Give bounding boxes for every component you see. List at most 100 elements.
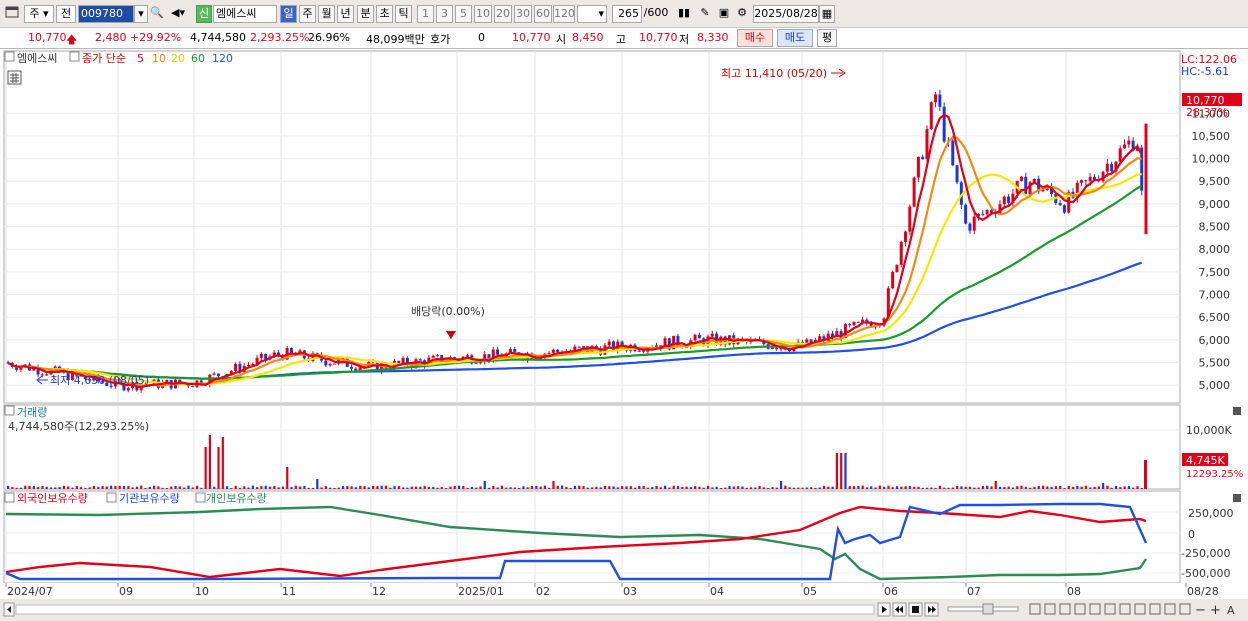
volume-bar (925, 487, 929, 489)
date-input[interactable]: 2025/08/28 (753, 5, 819, 23)
period-select[interactable]: 주 ▾ (24, 5, 54, 23)
volume-bar (891, 487, 894, 489)
volume-bar (406, 487, 409, 489)
eval-button[interactable]: 평 (817, 29, 837, 47)
tools-icon[interactable]: ✎ (696, 5, 714, 23)
volume-bar (144, 487, 147, 489)
interval-120[interactable]: 120 (553, 5, 575, 23)
volume-bar (84, 487, 87, 489)
interval-10[interactable]: 10 (474, 5, 492, 23)
code-dropdown-button[interactable]: ▾ (134, 5, 148, 23)
volume-bar (243, 486, 246, 489)
zoom-slider-handle[interactable] (982, 603, 994, 615)
gear-icon[interactable]: ⚙ (734, 5, 750, 23)
volume-bar (114, 485, 117, 489)
prev-select[interactable]: 전 (56, 5, 76, 23)
volume-bar (560, 485, 564, 489)
tab-tick[interactable]: 틱 (395, 5, 412, 23)
chart-svg[interactable]: 5,000 5,500 6,000 6,500 7,000 7,500 8,000 8,500… (0, 49, 1248, 621)
volume-checkbox-icon[interactable] (4, 405, 15, 416)
zoom-out-icon[interactable]: − (1195, 603, 1206, 618)
volume-bar (161, 487, 164, 489)
holdings-tick-250k: 250,000 (1188, 507, 1234, 520)
volume-bar (973, 487, 976, 489)
interval-5[interactable]: 5 (455, 5, 472, 23)
speaker-icon[interactable]: ◀▾ (167, 5, 189, 23)
interval-1[interactable]: 1 (417, 5, 434, 23)
volume-bar (852, 486, 856, 489)
institution-checkbox-icon[interactable] (106, 492, 117, 503)
buy-button[interactable]: 매수 (737, 29, 773, 47)
interval-custom-select[interactable]: ▾ (577, 5, 607, 23)
individual-checkbox-icon[interactable] (195, 492, 206, 503)
stock-name-field[interactable]: 엠에스씨 (213, 5, 277, 23)
volume-bar (500, 485, 504, 489)
panel-checkbox-icon[interactable] (4, 51, 15, 62)
sell-button[interactable]: 매도 (777, 29, 813, 47)
count-input[interactable]: 265 (612, 5, 642, 23)
volume-bar (226, 486, 229, 489)
interval-20[interactable]: 20 (494, 5, 512, 23)
foreign-checkbox-icon[interactable] (4, 492, 15, 503)
volume-bar (45, 486, 48, 489)
volume-panel-close-icon[interactable] (1233, 407, 1241, 415)
candle-type-icon[interactable]: ▮▮ (675, 5, 693, 23)
volume-bar (1063, 487, 1066, 489)
stock-code-input[interactable]: 009780 (78, 5, 134, 23)
volume-bar (951, 487, 954, 489)
volume-bar (737, 486, 740, 489)
candle-body (401, 357, 405, 364)
candle-body (972, 216, 976, 231)
volume-bar (140, 485, 143, 489)
volume-current-pct: 12293.25% (1186, 469, 1243, 480)
volume-bar (582, 486, 585, 489)
scroll-track[interactable] (15, 604, 875, 615)
save-icon[interactable]: ▣ (716, 5, 732, 23)
ma-checkbox-icon[interactable] (69, 51, 80, 62)
volume-bar (814, 487, 817, 489)
candle-body (916, 156, 920, 178)
interval-3[interactable]: 3 (436, 5, 453, 23)
zoom-in-icon[interactable]: + (1210, 603, 1221, 618)
volume-bar (187, 485, 190, 489)
volume-bar (393, 486, 396, 489)
x-tick-label: 11 (282, 585, 296, 598)
interval-30[interactable]: 30 (514, 5, 532, 23)
tab-month[interactable]: 월 (318, 5, 335, 23)
window-icon-svg (5, 6, 19, 18)
ma120-label: 120 (212, 52, 233, 65)
volume-bar (414, 486, 418, 489)
volume-bar (831, 486, 834, 489)
search-icon[interactable]: 🔍 (150, 5, 164, 23)
candle-body (938, 94, 942, 107)
volume-bar (75, 486, 78, 489)
interval-60[interactable]: 60 (534, 5, 552, 23)
holdings-panel-close-icon[interactable] (1233, 494, 1241, 502)
volume-current-tag-text: 4,745K (1186, 454, 1225, 467)
tab-second[interactable]: 초 (376, 5, 393, 23)
candle-body (191, 386, 195, 388)
candle-body (547, 352, 551, 354)
volume-bar (539, 486, 542, 489)
new-listing-badge: 신 (196, 5, 212, 23)
candle-body (856, 321, 860, 323)
volume-bar (621, 486, 624, 489)
tab-week[interactable]: 주 (299, 5, 316, 23)
tab-day[interactable]: 일 (280, 5, 297, 23)
tab-year[interactable]: 년 (337, 5, 354, 23)
auto-icon-glyph: A (1227, 604, 1235, 617)
window-icon[interactable] (4, 5, 20, 23)
volume-bar (1067, 486, 1070, 489)
chart-area[interactable]: 5,000 5,500 6,000 6,500 7,000 7,500 8,000 8,500… (0, 49, 1248, 621)
volume-bar (268, 486, 272, 489)
price-tick-label: 10,000 (1192, 153, 1231, 166)
candle-body (1062, 205, 1066, 213)
volume-bar (702, 487, 705, 489)
auto-icon[interactable]: A (1227, 604, 1235, 617)
volume-bar (436, 487, 439, 489)
volume-bar (715, 486, 718, 489)
calendar-icon[interactable]: ▦ (819, 5, 835, 23)
tab-minute[interactable]: 분 (357, 5, 374, 23)
volume-bar (518, 487, 521, 489)
volume-bar (505, 487, 508, 489)
